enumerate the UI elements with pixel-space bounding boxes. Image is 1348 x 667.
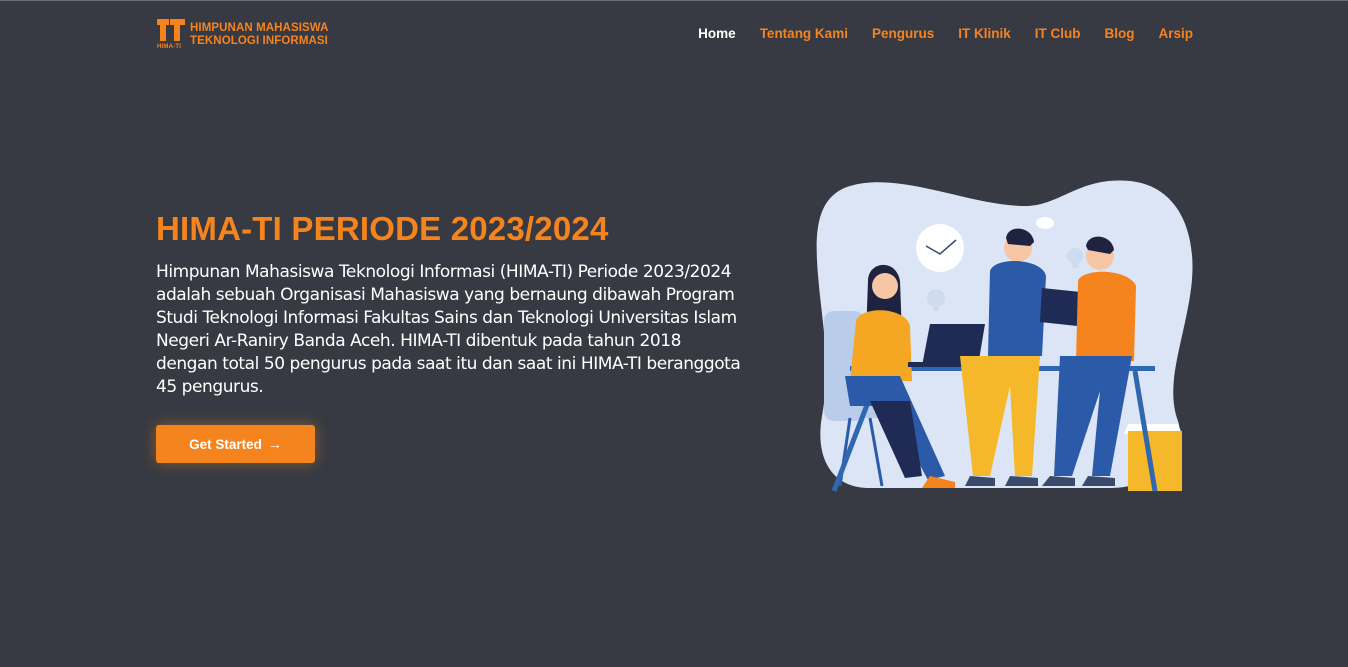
team-illustration-svg [816,180,1193,492]
site-header: HIMA-TI HIMPUNAN MAHASISWA TEKNOLOGI INF… [0,1,1348,67]
nav-blog[interactable]: Blog [1104,25,1134,43]
brand-title-line2: TEKNOLOGI INFORMASI [190,35,328,47]
hero-title: HIMA-TI PERIODE 2023/2024 [156,210,609,247]
nav-pengurus[interactable]: Pengurus [872,25,934,43]
nav-it-klinik[interactable]: IT Klinik [958,25,1011,43]
nav-arsip[interactable]: Arsip [1158,25,1193,43]
main-nav: Home Tentang Kami Pengurus IT Klinik IT … [674,25,1193,43]
arrow-right-icon: → [267,436,282,452]
hero-description: Himpunan Mahasiswa Teknologi Informasi (… [156,262,741,397]
get-started-label: Get Started [189,436,262,452]
nav-home[interactable]: Home [698,25,736,43]
brand-sub: HIMA-TI [157,44,182,50]
hima-ti-logo-icon: HIMA-TI [157,19,187,53]
brand-logo[interactable]: HIMA-TI HIMPUNAN MAHASISWA TEKNOLOGI INF… [157,19,329,53]
get-started-button[interactable]: Get Started → [156,425,315,463]
team-illustration [810,176,1200,496]
nav-tentang-kami[interactable]: Tentang Kami [760,25,848,43]
brand-title-line1: HIMPUNAN MAHASISWA [190,22,329,34]
nav-it-club[interactable]: IT Club [1035,25,1081,43]
brand-name: HIMPUNAN MAHASISWA TEKNOLOGI INFORMASI [190,22,329,48]
